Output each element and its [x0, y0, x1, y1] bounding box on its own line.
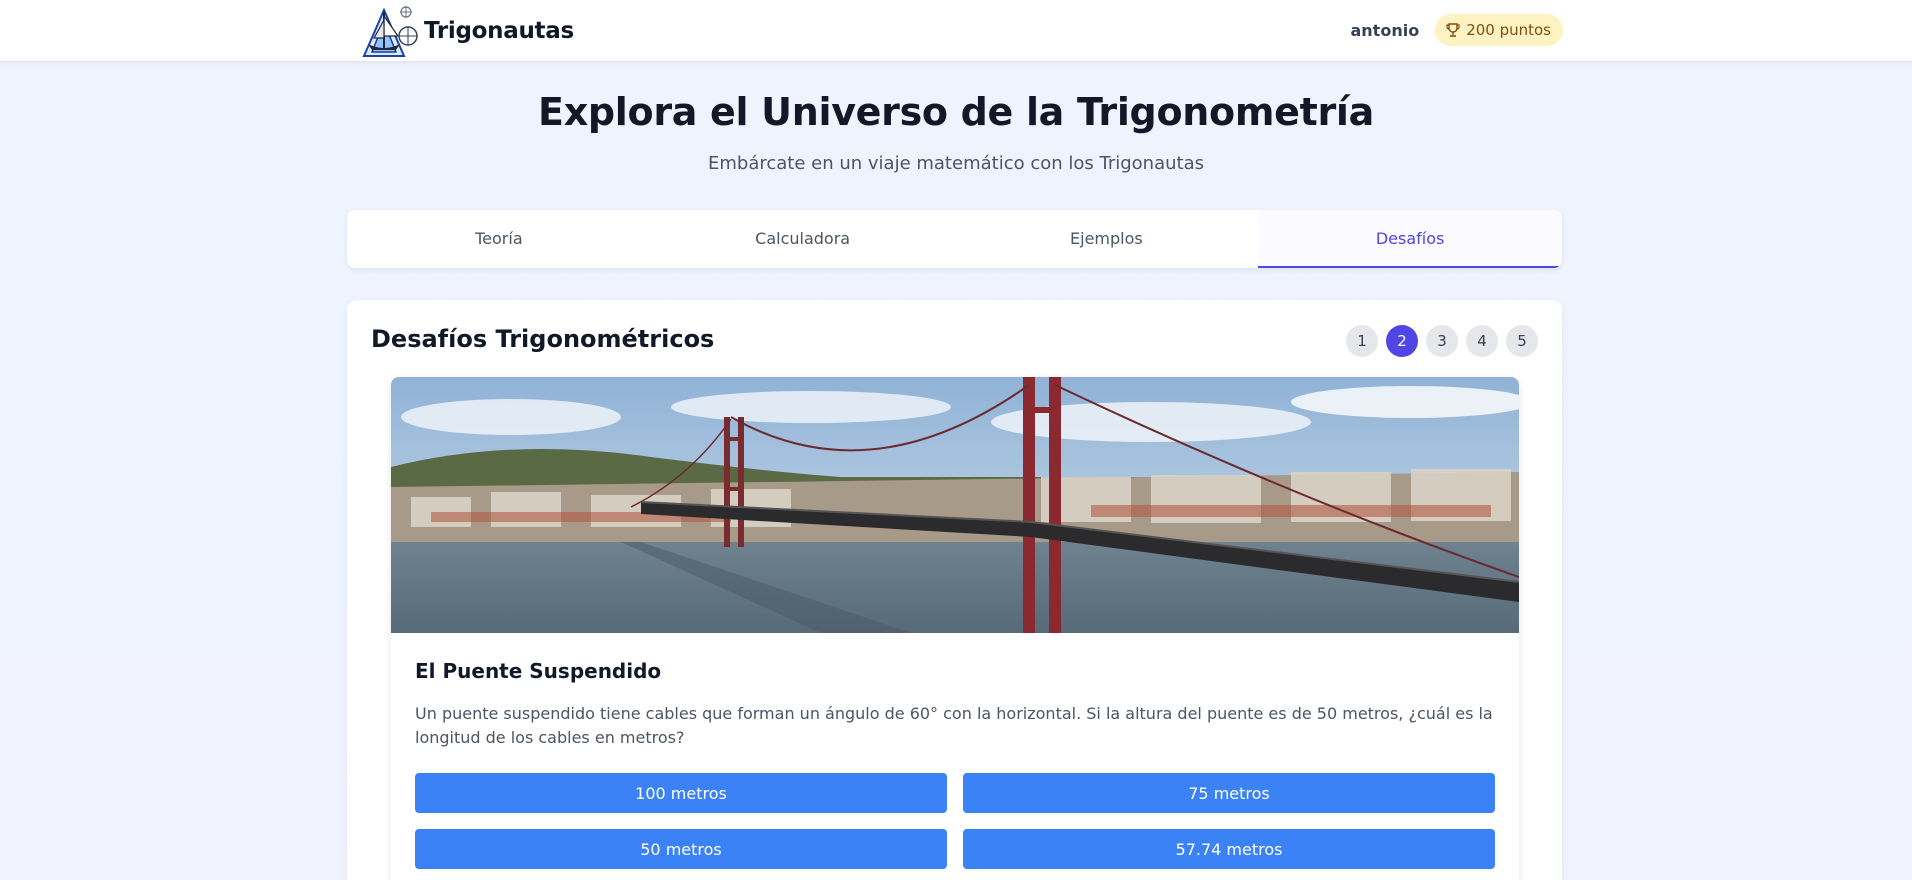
brand-name: Trigonautas — [424, 18, 574, 44]
page-button-3[interactable]: 3 — [1426, 325, 1458, 357]
user-area: antonio 200 puntos — [1350, 14, 1563, 46]
brand[interactable]: Trigonautas — [358, 2, 574, 60]
challenge-question: Un puente suspendido tiene cables que fo… — [415, 704, 1493, 747]
main-tabs: Teoría Calculadora Ejemplos Desafíos — [347, 210, 1562, 268]
answer-option-4[interactable]: 57.74 metros — [963, 829, 1495, 869]
challenges-section-title: Desafíos Trigonométricos — [371, 325, 715, 353]
answer-option-3[interactable]: 50 metros — [415, 829, 947, 869]
answer-option-1[interactable]: 100 metros — [415, 773, 947, 813]
page-button-1[interactable]: 1 — [1346, 325, 1378, 357]
page-button-2[interactable]: 2 — [1386, 325, 1418, 357]
trophy-icon — [1446, 23, 1460, 37]
challenge-title: El Puente Suspendido — [415, 659, 662, 683]
challenges-card: Desafíos Trigonométricos 1 2 3 4 5 El Pu… — [347, 300, 1562, 880]
compass-ship-logo-icon — [362, 6, 418, 57]
tab-calculadora[interactable]: Calculadora — [651, 210, 955, 268]
page-title: Explora el Universo de la Trigonometría — [538, 90, 1374, 134]
tab-ejemplos[interactable]: Ejemplos — [955, 210, 1259, 268]
page-button-5[interactable]: 5 — [1506, 325, 1538, 357]
challenge-panel: El Puente Suspendido Un puente suspendid… — [391, 377, 1519, 880]
tab-teoria[interactable]: Teoría — [347, 210, 651, 268]
page-button-4[interactable]: 4 — [1466, 325, 1498, 357]
challenge-pager: 1 2 3 4 5 — [1338, 325, 1538, 357]
username[interactable]: antonio — [1350, 21, 1419, 40]
answer-option-2[interactable]: 75 metros — [963, 773, 1495, 813]
points-label: 200 puntos — [1466, 21, 1551, 39]
suspension-bridge-photo — [391, 377, 1519, 633]
tab-desafios[interactable]: Desafíos — [1258, 210, 1562, 268]
page-subtitle: Embárcate en un viaje matemático con los… — [708, 153, 1204, 174]
points-badge: 200 puntos — [1435, 14, 1563, 46]
top-navbar: Trigonautas antonio 200 puntos — [0, 0, 1912, 62]
